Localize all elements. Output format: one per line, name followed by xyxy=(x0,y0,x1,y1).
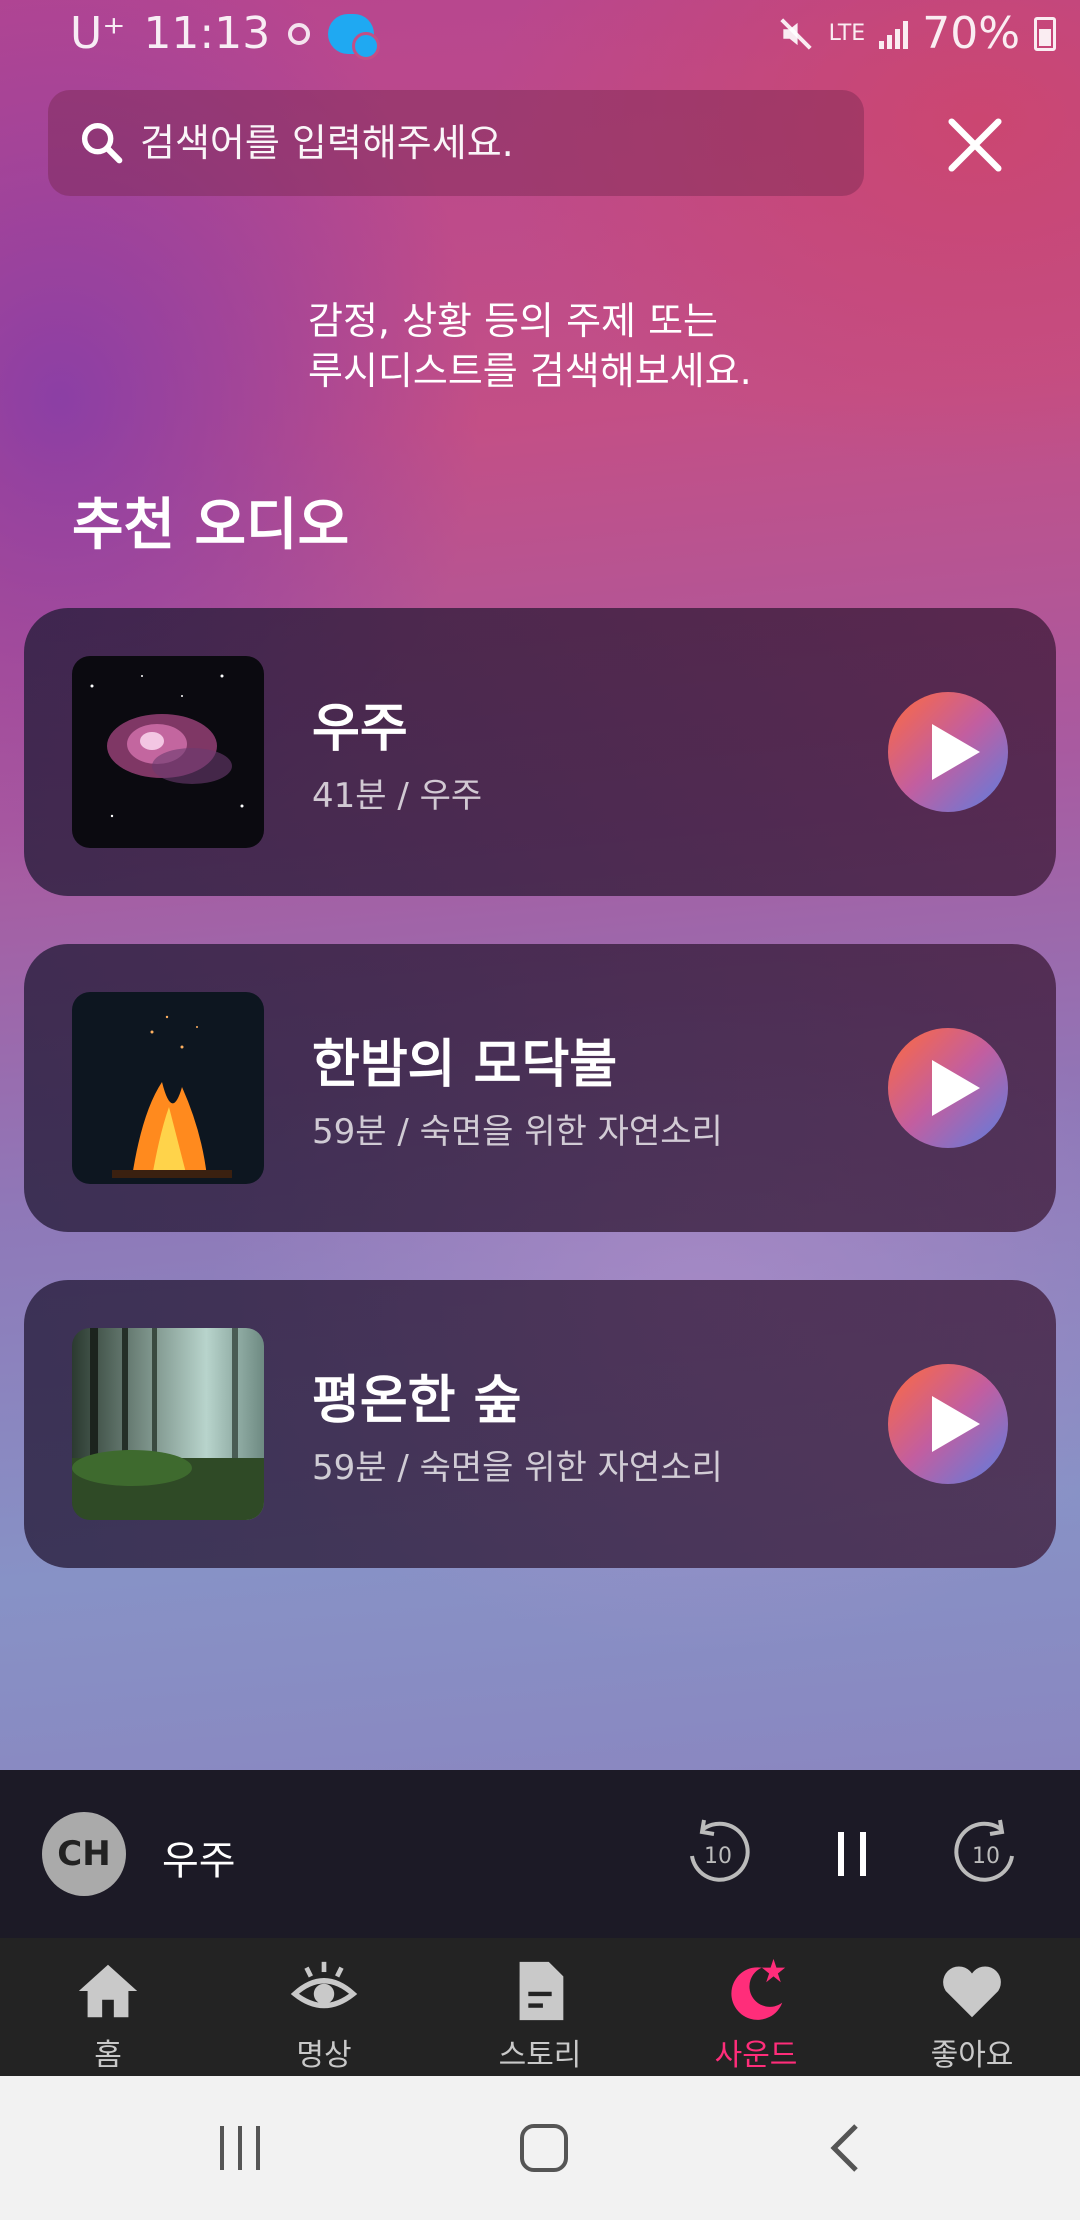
forest-thumbnail xyxy=(72,1328,264,1520)
play-button[interactable] xyxy=(888,692,1008,812)
nav-item-meditation[interactable]: 명상 xyxy=(216,1938,432,2076)
nav-item-story[interactable]: 스토리 xyxy=(432,1938,648,2076)
rewind-label: 10 xyxy=(704,1844,732,1869)
record-dot-icon xyxy=(288,22,311,45)
card-title: 평온한 숲 xyxy=(312,1371,522,1431)
back-icon[interactable] xyxy=(826,2120,866,2176)
rewind-icon: 10 xyxy=(690,1819,750,1882)
nebula-thumbnail xyxy=(72,656,264,848)
rewind-10-button[interactable]: 10 xyxy=(680,1816,756,1892)
forward-10-button[interactable]: 10 xyxy=(948,1816,1024,1892)
nav-item-sound[interactable]: 사운드 xyxy=(648,1938,864,2076)
home-button-icon[interactable] xyxy=(518,2120,570,2176)
nav-item-likes[interactable]: 좋아요 xyxy=(864,1938,1080,2076)
document-icon xyxy=(519,1961,564,2021)
bottom-nav: 홈 명상 스토리 사운드 좋아요 xyxy=(0,1938,1080,2076)
forward-icon: 10 xyxy=(954,1819,1014,1882)
play-button[interactable] xyxy=(888,1364,1008,1484)
hint-line-2: 루시디스트를 검색해보세요. xyxy=(308,349,752,393)
nav-label: 좋아요 xyxy=(930,2038,1014,2073)
cloud-app-icon xyxy=(328,13,381,60)
now-playing-title: 우주 xyxy=(162,1838,236,1884)
campfire-thumbnail xyxy=(72,992,264,1184)
network-label: LTE xyxy=(828,20,866,46)
search-icon xyxy=(81,122,123,164)
clock: 11:13 xyxy=(143,8,271,59)
carrier-label: U⁺ xyxy=(70,8,126,59)
mute-icon xyxy=(779,17,812,50)
card-subtitle: 59분 / 숙면을 위한 자연소리 xyxy=(312,1448,723,1488)
audio-card[interactable]: 평온한 숲 59분 / 숙면을 위한 자연소리 xyxy=(24,1280,1056,1568)
status-bar: U⁺ 11:13 LTE 70% xyxy=(0,0,1080,72)
audio-card[interactable]: 한밤의 모닥불 59분 / 숙면을 위한 자연소리 xyxy=(24,944,1056,1232)
nav-label: 명상 xyxy=(296,2038,352,2073)
pause-button[interactable] xyxy=(814,1816,890,1892)
search-input[interactable] xyxy=(138,120,842,166)
system-navigation-bar xyxy=(0,2076,1080,2220)
recent-apps-icon[interactable] xyxy=(216,2122,264,2174)
search-hint: 감정, 상황 등의 주제 또는 루시디스트를 검색해보세요. xyxy=(308,296,752,396)
close-icon[interactable] xyxy=(940,110,1010,180)
hint-line-1: 감정, 상황 등의 주제 또는 xyxy=(308,299,718,343)
card-subtitle: 59분 / 숙면을 위한 자연소리 xyxy=(312,1112,723,1152)
mini-player[interactable]: CH 우주 10 10 xyxy=(0,1770,1080,1938)
audio-card[interactable]: 우주 41분 / 우주 xyxy=(24,608,1056,896)
nav-item-home[interactable]: 홈 xyxy=(0,1938,216,2076)
signal-icon xyxy=(879,19,909,49)
section-title: 추천 오디오 xyxy=(72,493,350,558)
card-subtitle: 41분 / 우주 xyxy=(312,776,483,816)
nav-label: 홈 xyxy=(94,2038,122,2073)
heart-icon xyxy=(943,1966,1001,2018)
nav-label: 스토리 xyxy=(498,2038,582,2073)
battery-percent: 70% xyxy=(922,8,1020,59)
card-title: 한밤의 모닥불 xyxy=(312,1035,618,1095)
nav-label: 사운드 xyxy=(714,2038,798,2073)
eye-icon xyxy=(290,1961,358,2009)
search-bar[interactable] xyxy=(48,90,864,196)
home-icon xyxy=(78,1964,138,2018)
card-title: 우주 xyxy=(312,699,408,759)
battery-icon xyxy=(1034,16,1056,51)
forward-label: 10 xyxy=(972,1844,1000,1869)
pause-icon xyxy=(838,1832,866,1876)
avatar: CH xyxy=(42,1812,126,1896)
play-button[interactable] xyxy=(888,1028,1008,1148)
moon-star-icon xyxy=(731,1958,786,2020)
